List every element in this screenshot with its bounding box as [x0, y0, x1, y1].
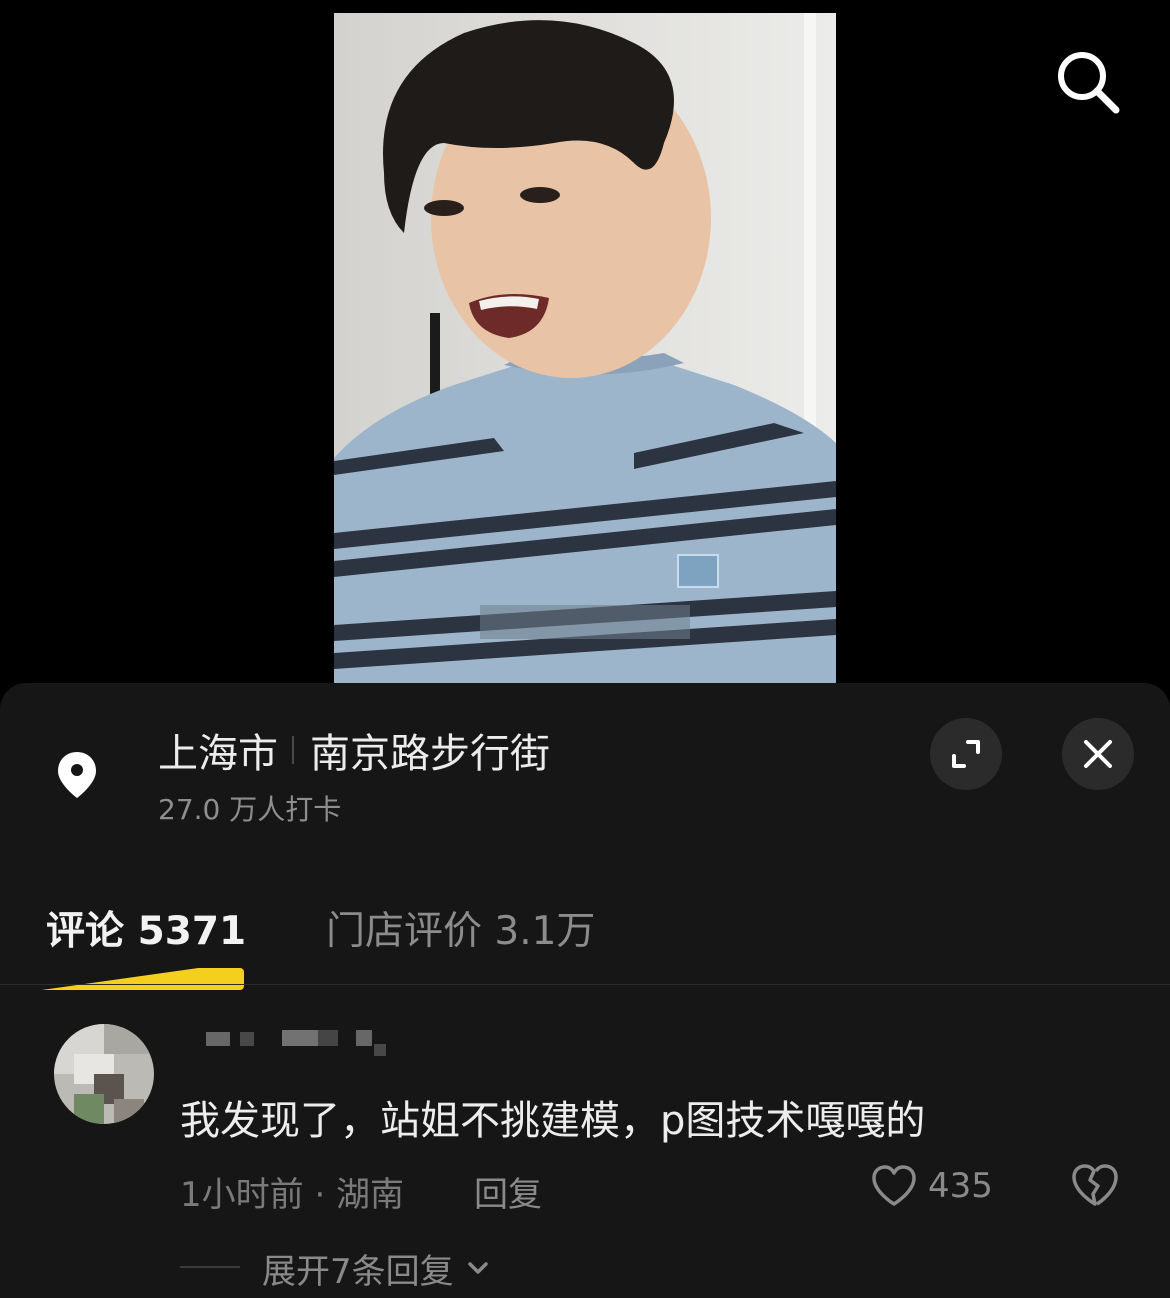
comment-time-location: 1小时前 · 湖南	[180, 1175, 405, 1215]
expand-button[interactable]	[930, 718, 1002, 790]
tab-store-reviews[interactable]: 门店评价 3.1万	[326, 900, 595, 956]
chevron-down-icon	[467, 1262, 488, 1274]
search-icon	[1058, 52, 1120, 114]
commenter-avatar[interactable]	[54, 1024, 154, 1124]
close-button[interactable]	[1062, 718, 1134, 790]
replies-line	[180, 1266, 240, 1268]
commenter-username[interactable]	[178, 1022, 398, 1062]
location-separator	[292, 736, 294, 764]
like-count: 435	[928, 1166, 993, 1206]
heart-outline-icon	[872, 1165, 916, 1206]
location-checkins: 27.0 万人打卡	[158, 793, 342, 826]
expand-replies-label: 展开7条回复	[262, 1251, 454, 1292]
tabs-divider	[0, 984, 1170, 985]
expand-icon	[952, 740, 980, 768]
reply-button[interactable]: 回复	[474, 1167, 542, 1216]
tab-comments[interactable]: 评论 5371	[46, 900, 246, 956]
broken-heart-icon	[1072, 1164, 1118, 1206]
avatar-image	[54, 1024, 154, 1124]
location-pin-icon	[56, 750, 98, 800]
expand-replies-button[interactable]: 展开7条回复	[262, 1246, 492, 1292]
close-icon	[1084, 740, 1112, 768]
location-place: 南京路步行街	[310, 731, 550, 777]
like-button[interactable]: 435	[870, 1160, 993, 1212]
video-frame-image	[334, 13, 836, 683]
search-button[interactable]	[1052, 46, 1124, 118]
app-root: 上海市 南京路步行街 27.0 万人打卡 评论 5371 门店评价 3.1万 我…	[0, 0, 1170, 1298]
dislike-button[interactable]	[1070, 1162, 1120, 1208]
location-title[interactable]: 上海市 南京路步行街	[158, 722, 550, 778]
location-city: 上海市	[158, 731, 278, 777]
active-tab-indicator	[36, 968, 244, 990]
comment-text: 我发现了，站姐不挑建模，p图技术嘎嘎的	[180, 1098, 926, 1144]
video-player[interactable]	[334, 13, 836, 683]
